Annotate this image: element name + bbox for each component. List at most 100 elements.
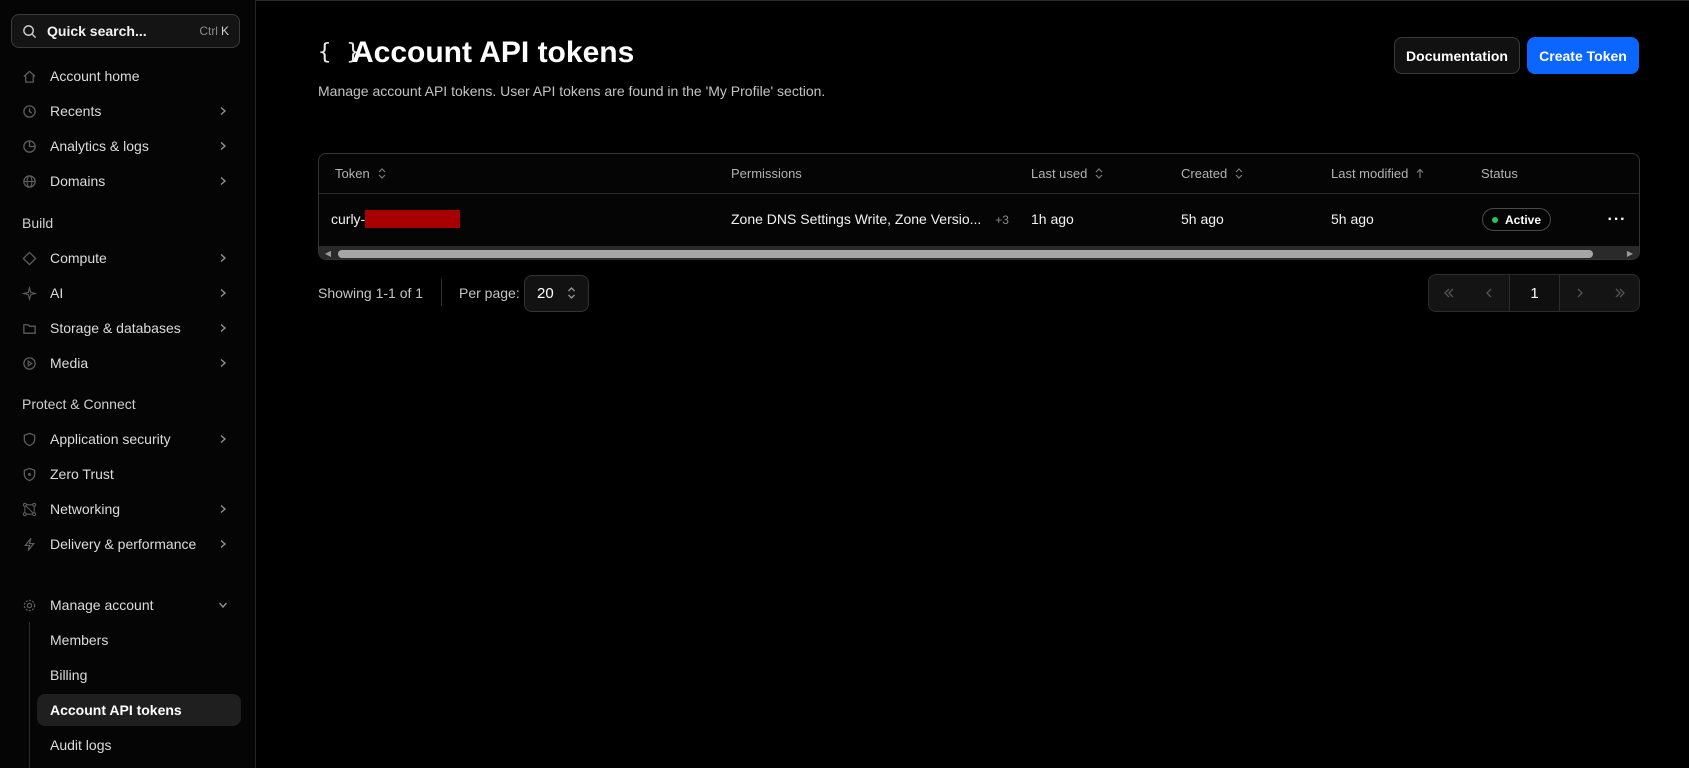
sidebar: Quick search... Ctrl K Account home Recen… — [0, 0, 256, 768]
network-icon — [21, 501, 38, 518]
sidebar-item-analytics[interactable]: Analytics & logs — [11, 130, 240, 162]
column-header-permissions: Permissions — [731, 166, 802, 181]
last-used-cell: 1h ago — [1031, 211, 1074, 227]
token-name-cell: curly- — [331, 209, 461, 228]
home-icon — [21, 68, 38, 85]
section-label-protect: Protect & Connect — [22, 396, 136, 412]
quick-search-label: Quick search... — [47, 23, 147, 39]
sidebar-item-media[interactable]: Media — [11, 347, 240, 379]
per-page-label: Per page: — [459, 285, 520, 301]
quick-search-input[interactable]: Quick search... Ctrl K — [11, 14, 240, 48]
column-header-status: Status — [1481, 166, 1518, 181]
sidebar-item-label: AI — [50, 285, 64, 301]
search-icon — [23, 24, 37, 38]
sort-ascending-icon — [1416, 168, 1424, 179]
sidebar-item-application-security[interactable]: Application security — [11, 423, 240, 455]
chevron-right-icon — [216, 174, 230, 188]
sort-icon — [1095, 168, 1103, 179]
sidebar-subitem-members[interactable]: Members — [37, 624, 241, 656]
folder-icon — [21, 320, 38, 337]
shield-icon — [21, 431, 38, 448]
pagination: 1 — [1428, 274, 1640, 312]
play-circle-icon — [21, 355, 38, 372]
redacted-block — [365, 209, 461, 228]
divider — [441, 279, 442, 306]
sidebar-item-label: Compute — [50, 250, 107, 266]
sparkles-icon — [21, 285, 38, 302]
sort-icon — [1235, 168, 1243, 179]
page-title: Account API tokens — [352, 36, 635, 69]
per-page-select[interactable]: 20 — [524, 275, 589, 312]
globe-icon — [21, 173, 38, 190]
permissions-more-count[interactable]: +3 — [995, 213, 1009, 227]
last-modified-cell: 5h ago — [1331, 211, 1374, 227]
created-cell: 5h ago — [1181, 211, 1224, 227]
column-header-last-used[interactable]: Last used — [1031, 166, 1103, 181]
sidebar-item-domains[interactable]: Domains — [11, 165, 240, 197]
table-header: Token Permissions Last used Created Last… — [319, 154, 1639, 194]
chevron-right-icon — [216, 537, 230, 551]
page-description: Manage account API tokens. User API toke… — [318, 83, 826, 99]
chevron-right-icon — [216, 251, 230, 265]
sidebar-item-zero-trust[interactable]: Zero Trust — [11, 458, 240, 490]
sidebar-item-label: Networking — [50, 501, 121, 517]
chevron-right-icon — [216, 286, 230, 300]
gear-icon — [21, 597, 38, 614]
last-page-icon[interactable] — [1600, 275, 1639, 311]
sidebar-subitem-account-api-tokens[interactable]: Account API tokens — [37, 694, 241, 726]
section-label-build: Build — [22, 215, 54, 231]
prev-page-icon[interactable] — [1469, 275, 1509, 311]
sidebar-item-compute[interactable]: Compute — [11, 242, 240, 274]
sidebar-item-label: Delivery & performance — [50, 536, 197, 552]
sidebar-item-storage[interactable]: Storage & databases — [11, 312, 240, 344]
diamond-icon — [21, 250, 38, 267]
bolt-icon — [21, 536, 38, 553]
row-actions-menu-icon[interactable]: ··· — [1604, 207, 1630, 233]
chevron-down-icon — [216, 598, 230, 612]
status-dot-icon — [1492, 216, 1498, 223]
column-header-created[interactable]: Created — [1181, 166, 1243, 181]
status-badge: Active — [1482, 208, 1552, 231]
sidebar-item-manage-account[interactable]: Manage account — [11, 589, 240, 621]
chevron-right-icon — [216, 104, 230, 118]
sidebar-item-delivery-performance[interactable]: Delivery & performance — [11, 528, 240, 560]
sidebar-item-label: Media — [50, 355, 89, 371]
chevron-right-icon — [216, 321, 230, 335]
column-header-token[interactable]: Token — [335, 166, 386, 181]
sidebar-item-label: Manage account — [50, 597, 154, 613]
page-number-current[interactable]: 1 — [1509, 275, 1560, 311]
sidebar-subitem-audit-logs[interactable]: Audit logs — [37, 729, 241, 761]
table-row[interactable]: curly- Zone DNS Settings Write, Zone Ver… — [319, 195, 1639, 245]
scroll-right-icon[interactable]: ▶ — [1623, 246, 1637, 259]
first-page-icon[interactable] — [1429, 275, 1469, 311]
shield-lock-icon — [21, 466, 38, 483]
sidebar-item-account-home[interactable]: Account home — [11, 60, 240, 92]
tokens-table: Token Permissions Last used Created Last… — [318, 153, 1640, 260]
permissions-cell: Zone DNS Settings Write, Zone Versio... +… — [731, 211, 1009, 227]
sidebar-item-recents[interactable]: Recents — [11, 95, 240, 127]
sidebar-item-label: Zero Trust — [50, 466, 114, 482]
sidebar-item-ai[interactable]: AI — [11, 277, 240, 309]
documentation-button[interactable]: Documentation — [1394, 37, 1520, 74]
sidebar-item-label: Application security — [50, 431, 171, 447]
search-shortcut: Ctrl K — [199, 24, 229, 38]
horizontal-scrollbar[interactable]: ◀ ▶ — [319, 246, 1639, 259]
chevron-right-icon — [216, 432, 230, 446]
sidebar-item-networking[interactable]: Networking — [11, 493, 240, 525]
sidebar-item-label: Analytics & logs — [50, 138, 149, 154]
history-icon — [21, 103, 38, 120]
scrollbar-thumb[interactable] — [338, 250, 1593, 258]
column-header-last-modified[interactable]: Last modified — [1331, 166, 1424, 181]
submenu-guide-line — [29, 622, 30, 768]
sidebar-item-label: Recents — [50, 103, 102, 119]
scroll-left-icon[interactable]: ◀ — [321, 246, 335, 259]
create-token-button[interactable]: Create Token — [1527, 37, 1639, 74]
sidebar-item-label: Domains — [50, 173, 106, 189]
next-page-icon[interactable] — [1560, 275, 1600, 311]
sort-icon — [378, 168, 386, 179]
results-count: Showing 1-1 of 1 — [318, 285, 424, 301]
sidebar-item-label: Storage & databases — [50, 320, 181, 336]
chart-pie-icon — [21, 138, 38, 155]
sidebar-subitem-billing[interactable]: Billing — [37, 659, 241, 691]
chevron-up-down-icon — [567, 286, 576, 304]
